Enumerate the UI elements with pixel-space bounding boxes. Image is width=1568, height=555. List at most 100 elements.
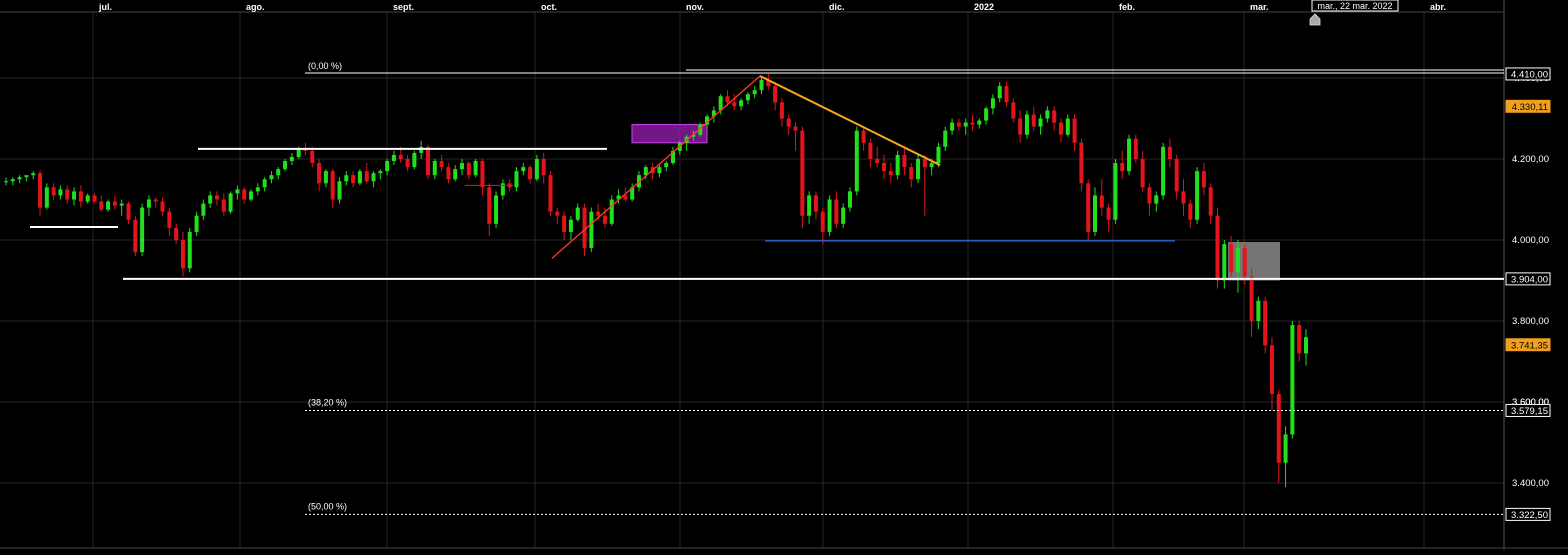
candle-body [1058, 122, 1063, 135]
candle-body [357, 171, 362, 184]
month-label: dic. [829, 2, 845, 12]
candle-body [745, 94, 750, 101]
candle-body [58, 189, 63, 196]
candle-body [568, 219, 573, 232]
candle-body [44, 187, 49, 208]
price-label-text: 3.904,00 [1511, 274, 1548, 285]
candle-body [984, 108, 989, 121]
candle-body [412, 152, 417, 168]
candle-body [425, 146, 430, 176]
candle-body [1120, 163, 1125, 172]
candle-body [1174, 159, 1179, 192]
candle-body [970, 122, 975, 125]
candle-body [1263, 300, 1268, 346]
candle-body [174, 227, 179, 240]
candle-body [977, 120, 982, 125]
candle-body [800, 130, 805, 216]
candle-body [262, 179, 267, 188]
candle-body [487, 187, 492, 224]
candle-body [807, 195, 812, 216]
candle-body [929, 163, 934, 168]
month-label: jul. [98, 2, 112, 12]
cursor-date-label: mar., 22 mar. 2022 [1317, 1, 1392, 11]
candle-body [575, 207, 580, 220]
candle-body [1304, 337, 1308, 354]
price-label-text: 3.322,50 [1511, 510, 1548, 521]
candle-body [1229, 244, 1234, 273]
candle-body [221, 199, 226, 212]
month-label: feb. [1119, 2, 1135, 12]
candle-body [228, 193, 233, 212]
candle-body [1256, 300, 1261, 321]
candle-body [936, 146, 941, 164]
candle-body [609, 199, 614, 224]
candle-body [439, 161, 444, 168]
candle-body [847, 191, 852, 208]
candle-body [1052, 110, 1057, 123]
candle-body [1249, 276, 1254, 321]
candle-body [1140, 159, 1145, 188]
candle-body [480, 161, 485, 188]
candle-body [882, 163, 887, 172]
candle-body [664, 163, 669, 168]
candle-body [72, 191, 77, 200]
candle-body [854, 130, 859, 192]
candle-body [1222, 244, 1227, 281]
candle-body [1045, 110, 1050, 119]
candle-body [371, 173, 376, 182]
y-tick-label: 3.800,00 [1512, 316, 1549, 327]
candle-body [1093, 195, 1098, 232]
candle-body [1297, 325, 1302, 354]
candle-body [1011, 102, 1016, 119]
candle-body [739, 100, 744, 107]
candle-body [460, 163, 465, 170]
candle-body [786, 118, 791, 127]
month-label: abr. [1430, 2, 1446, 12]
month-label: nov. [686, 2, 704, 12]
candle-body [868, 142, 873, 159]
candle-body [1038, 118, 1043, 127]
fib-label: (0,00 %) [308, 61, 342, 71]
candle-body [1242, 248, 1247, 277]
month-label: sept. [393, 2, 414, 12]
candle-body [1031, 114, 1036, 127]
candle-body [85, 195, 90, 202]
candle-body [24, 175, 29, 178]
candle-body [65, 189, 70, 200]
candle-body [466, 163, 471, 176]
y-tick-label: 4.200,00 [1512, 154, 1549, 165]
candle-body [725, 96, 730, 103]
candlestick-chart[interactable]: (0,00 %) (38,20 %) (50,00 %) jul. ago. sept.… [0, 0, 1568, 550]
price-label-text: 4.330,11 [1512, 102, 1548, 113]
candle-body [514, 171, 519, 188]
candle-body [187, 231, 192, 269]
candle-body [269, 175, 274, 180]
candle-body [528, 167, 533, 180]
chart-svg[interactable]: (0,00 %) (38,20 %) (50,00 %) jul. ago. sept.… [0, 0, 1568, 550]
candle-body [589, 211, 594, 249]
candle-body [10, 179, 15, 182]
candle-body [1127, 138, 1132, 172]
candle-body [208, 195, 213, 204]
candle-body [391, 154, 396, 162]
candle-body [732, 102, 737, 107]
candle-body [916, 159, 921, 180]
candle-body [317, 163, 322, 184]
candle-body [4, 181, 8, 183]
candle-body [133, 219, 138, 253]
chart-background [0, 0, 1568, 550]
candle-body [160, 201, 165, 212]
candle-body [827, 199, 832, 232]
candle-body [473, 161, 478, 176]
candle-body [1188, 203, 1193, 220]
candle-body [1154, 195, 1159, 204]
candle-body [385, 161, 390, 172]
candle-body [963, 122, 968, 127]
candle-body [194, 215, 199, 232]
candle-body [773, 86, 778, 103]
candle-body [1106, 207, 1111, 220]
candle-body [1201, 171, 1206, 188]
candle-body [337, 181, 342, 200]
candle-body [1072, 118, 1077, 143]
candle-body [276, 169, 281, 176]
